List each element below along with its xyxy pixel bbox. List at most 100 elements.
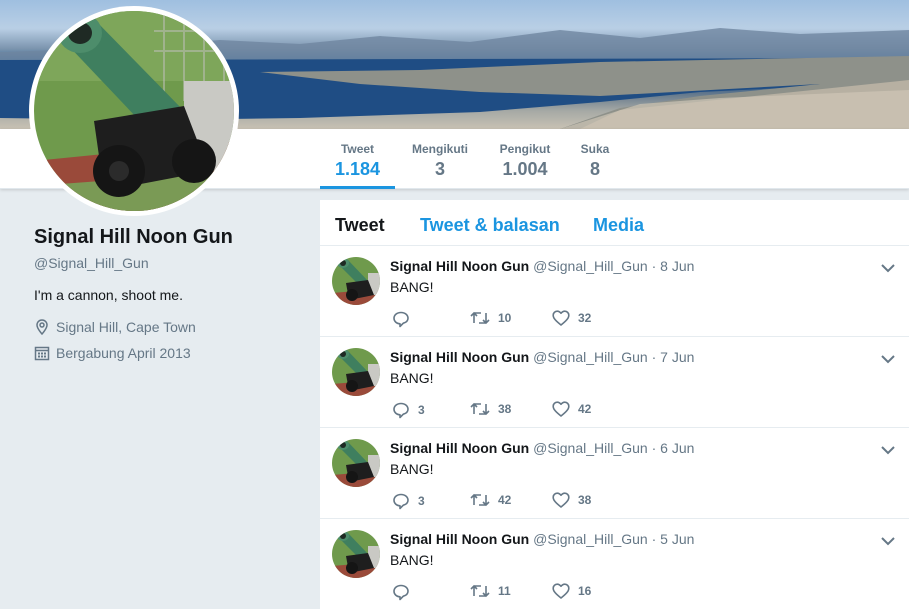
heart-icon	[552, 310, 570, 326]
like-count: 16	[578, 584, 592, 598]
retweet-count: 11	[498, 584, 511, 598]
tweet-text: BANG!	[390, 461, 434, 477]
tweet-item[interactable]: Signal Hill Noon Gun @Signal_Hill_Gun · …	[320, 337, 909, 428]
stat-followers[interactable]: Pengikut 1.004	[494, 129, 556, 189]
profile-name[interactable]: Signal Hill Noon Gun	[34, 226, 304, 249]
location-pin-icon	[34, 319, 50, 336]
cannon-avatar-image	[34, 11, 234, 211]
tweet-date[interactable]: 5 Jun	[660, 531, 694, 547]
retweet-count: 42	[498, 493, 512, 507]
tweet-item[interactable]: Signal Hill Noon Gun @Signal_Hill_Gun · …	[320, 246, 909, 337]
retweet-button[interactable]: 11	[470, 583, 511, 599]
tweet-author-name[interactable]: Signal Hill Noon Gun	[390, 531, 529, 547]
calendar-icon	[34, 345, 50, 361]
like-count: 42	[578, 402, 592, 416]
chevron-down-icon[interactable]	[881, 351, 895, 364]
stat-tweets[interactable]: Tweet 1.184	[320, 129, 395, 189]
stat-following-label: Mengikuti	[412, 142, 468, 156]
profile-joined: Bergabung April 2013	[34, 345, 304, 361]
tweet-date[interactable]: 8 Jun	[660, 258, 694, 274]
tweet-separator: ·	[651, 531, 657, 547]
tweet-header: Signal Hill Noon Gun @Signal_Hill_Gun · …	[390, 258, 694, 274]
profile-location: Signal Hill, Cape Town	[34, 319, 304, 336]
tweet-avatar[interactable]	[332, 257, 380, 305]
tweet-avatar[interactable]	[332, 530, 380, 578]
tweet-author-name[interactable]: Signal Hill Noon Gun	[390, 440, 529, 456]
heart-icon	[552, 583, 570, 599]
tweet-header: Signal Hill Noon Gun @Signal_Hill_Gun · …	[390, 349, 694, 365]
reply-icon	[393, 493, 409, 510]
profile-avatar[interactable]	[29, 6, 239, 216]
retweet-button[interactable]: 10	[470, 310, 511, 326]
retweet-button[interactable]: 38	[470, 401, 511, 417]
stat-following-value: 3	[434, 159, 445, 179]
tweet-separator: ·	[651, 349, 657, 365]
retweet-icon	[470, 402, 490, 416]
stat-likes-value: 8	[589, 159, 600, 179]
like-count: 32	[578, 311, 592, 325]
reply-button[interactable]	[392, 310, 418, 328]
tweet-author-name[interactable]: Signal Hill Noon Gun	[390, 258, 529, 274]
heart-icon	[552, 492, 570, 508]
like-button[interactable]: 16	[552, 583, 591, 599]
tweet-author-handle[interactable]: @Signal_Hill_Gun	[533, 531, 648, 547]
tweet-avatar[interactable]	[332, 439, 380, 487]
stat-tweets-label: Tweet	[340, 142, 375, 156]
reply-button[interactable]	[392, 583, 418, 601]
reply-button[interactable]: 3	[392, 401, 425, 419]
retweet-count: 10	[498, 311, 512, 325]
tweet-date[interactable]: 6 Jun	[660, 440, 694, 456]
profile-bio: I'm a cannon, shoot me.	[34, 287, 183, 303]
reply-count: 3	[418, 403, 425, 417]
chevron-down-icon[interactable]	[881, 260, 895, 273]
tweet-item[interactable]: Signal Hill Noon Gun @Signal_Hill_Gun · …	[320, 428, 909, 519]
tab-media[interactable]: Media	[593, 215, 644, 236]
tweet-item[interactable]: Signal Hill Noon Gun @Signal_Hill_Gun · …	[320, 519, 909, 609]
retweet-count: 38	[498, 402, 512, 416]
reply-icon	[393, 311, 409, 328]
tweet-list: Signal Hill Noon Gun @Signal_Hill_Gun · …	[320, 246, 909, 609]
profile-location-text: Signal Hill, Cape Town	[56, 319, 196, 335]
timeline-tabs: Tweet Tweet & balasan Media	[320, 200, 909, 246]
reply-icon	[393, 584, 409, 601]
tab-tweets[interactable]: Tweet	[335, 215, 385, 236]
stat-likes[interactable]: Suka 8	[576, 129, 614, 189]
stat-likes-label: Suka	[580, 142, 610, 156]
like-button[interactable]: 38	[552, 492, 591, 508]
tweet-author-name[interactable]: Signal Hill Noon Gun	[390, 349, 529, 365]
tweet-header: Signal Hill Noon Gun @Signal_Hill_Gun · …	[390, 531, 694, 547]
tweet-author-handle[interactable]: @Signal_Hill_Gun	[533, 440, 648, 456]
stat-following[interactable]: Mengikuti 3	[405, 129, 475, 189]
tweet-text: BANG!	[390, 370, 434, 386]
profile-handle[interactable]: @Signal_Hill_Gun	[34, 255, 304, 271]
tweet-date[interactable]: 7 Jun	[660, 349, 694, 365]
heart-icon	[552, 401, 570, 417]
tweet-separator: ·	[651, 440, 657, 456]
tweet-header: Signal Hill Noon Gun @Signal_Hill_Gun · …	[390, 440, 694, 456]
reply-count: 3	[418, 494, 425, 508]
retweet-icon	[470, 584, 490, 598]
tweet-separator: ·	[651, 258, 657, 274]
tweet-author-handle[interactable]: @Signal_Hill_Gun	[533, 258, 648, 274]
reply-icon	[393, 402, 409, 419]
retweet-icon	[470, 493, 490, 507]
reply-button[interactable]: 3	[392, 492, 425, 510]
stat-tweets-value: 1.184	[334, 159, 381, 179]
stat-followers-value: 1.004	[502, 159, 548, 179]
retweet-icon	[470, 311, 490, 325]
like-button[interactable]: 32	[552, 310, 591, 326]
tab-tweets-and-replies[interactable]: Tweet & balasan	[420, 215, 560, 236]
profile-joined-text: Bergabung April 2013	[56, 345, 191, 361]
profile-card: Signal Hill Noon Gun @Signal_Hill_Gun I'…	[34, 226, 304, 361]
timeline: Tweet Tweet & balasan Media Signal Hill …	[320, 200, 909, 609]
chevron-down-icon[interactable]	[881, 442, 895, 455]
tweet-avatar[interactable]	[332, 348, 380, 396]
chevron-down-icon[interactable]	[881, 533, 895, 546]
like-button[interactable]: 42	[552, 401, 591, 417]
stat-followers-label: Pengikut	[499, 142, 551, 156]
retweet-button[interactable]: 42	[470, 492, 511, 508]
tweet-author-handle[interactable]: @Signal_Hill_Gun	[533, 349, 648, 365]
tweet-text: BANG!	[390, 279, 434, 295]
like-count: 38	[578, 493, 592, 507]
tweet-text: BANG!	[390, 552, 434, 568]
